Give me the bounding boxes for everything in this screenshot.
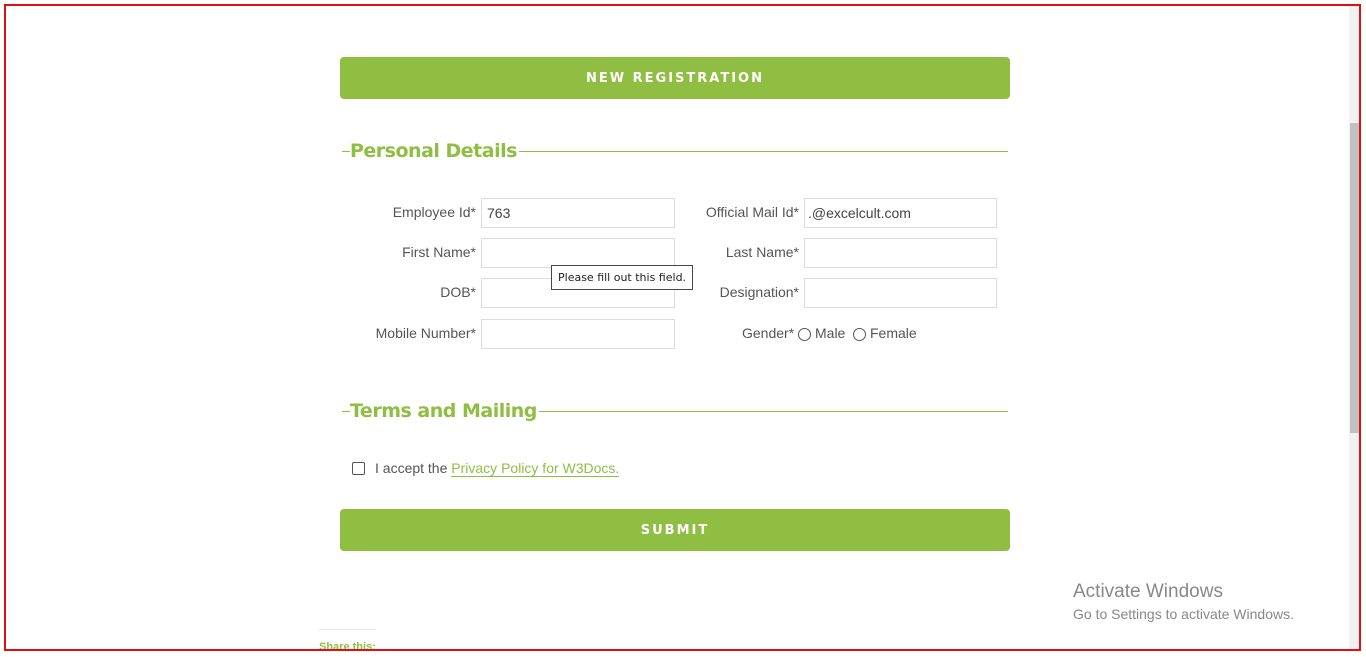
employee-id-label: Employee Id* <box>392 204 476 220</box>
gender-female-radio[interactable] <box>853 328 866 341</box>
scrollbar[interactable] <box>1349 6 1361 651</box>
accept-prefix: I accept the <box>375 460 448 476</box>
accept-terms-checkbox[interactable] <box>352 462 365 475</box>
privacy-policy-link[interactable]: Privacy Policy for W3Docs. <box>451 460 620 477</box>
designation-label: Designation* <box>719 284 799 300</box>
terms-section: Terms and Mailing <box>342 397 1008 427</box>
dob-label: DOB* <box>440 284 476 300</box>
submit-button[interactable]: SUBMIT <box>340 509 1010 551</box>
official-mail-label: Official Mail Id* <box>705 204 799 220</box>
mobile-input[interactable] <box>481 319 675 349</box>
scrollbar-thumb[interactable] <box>1350 123 1360 433</box>
validation-tooltip: Please fill out this field. <box>551 265 694 290</box>
first-name-label: First Name* <box>402 244 476 260</box>
section-title: Terms and Mailing <box>350 397 539 425</box>
gender-label: Gender* <box>742 325 795 341</box>
official-mail-input[interactable]: .@excelcult.com <box>804 198 997 228</box>
new-registration-button[interactable]: NEW REGISTRATION <box>340 57 1010 99</box>
last-name-label: Last Name* <box>725 244 799 260</box>
employee-id-input[interactable]: 763 <box>481 198 675 228</box>
designation-input[interactable] <box>804 278 997 308</box>
gender-male-radio[interactable] <box>798 328 811 341</box>
personal-details-section: Personal Details <box>342 137 1008 167</box>
highlight-frame <box>4 4 1361 651</box>
share-heading: Share this: <box>319 641 376 653</box>
watermark-subtitle: Go to Settings to activate Windows. <box>1073 606 1294 622</box>
section-title: Personal Details <box>350 137 519 165</box>
gender-male-label: Male <box>815 325 846 341</box>
share-divider <box>319 629 376 630</box>
first-name-input[interactable] <box>481 238 675 268</box>
last-name-input[interactable] <box>804 238 997 268</box>
watermark-title: Activate Windows <box>1073 581 1223 602</box>
accept-terms-text: I accept the Privacy Policy for W3Docs. <box>375 459 620 477</box>
activate-windows-watermark: Activate Windows Go to Settings to activ… <box>1073 580 1294 624</box>
mobile-label: Mobile Number* <box>375 325 476 341</box>
gender-female-label: Female <box>870 325 917 341</box>
